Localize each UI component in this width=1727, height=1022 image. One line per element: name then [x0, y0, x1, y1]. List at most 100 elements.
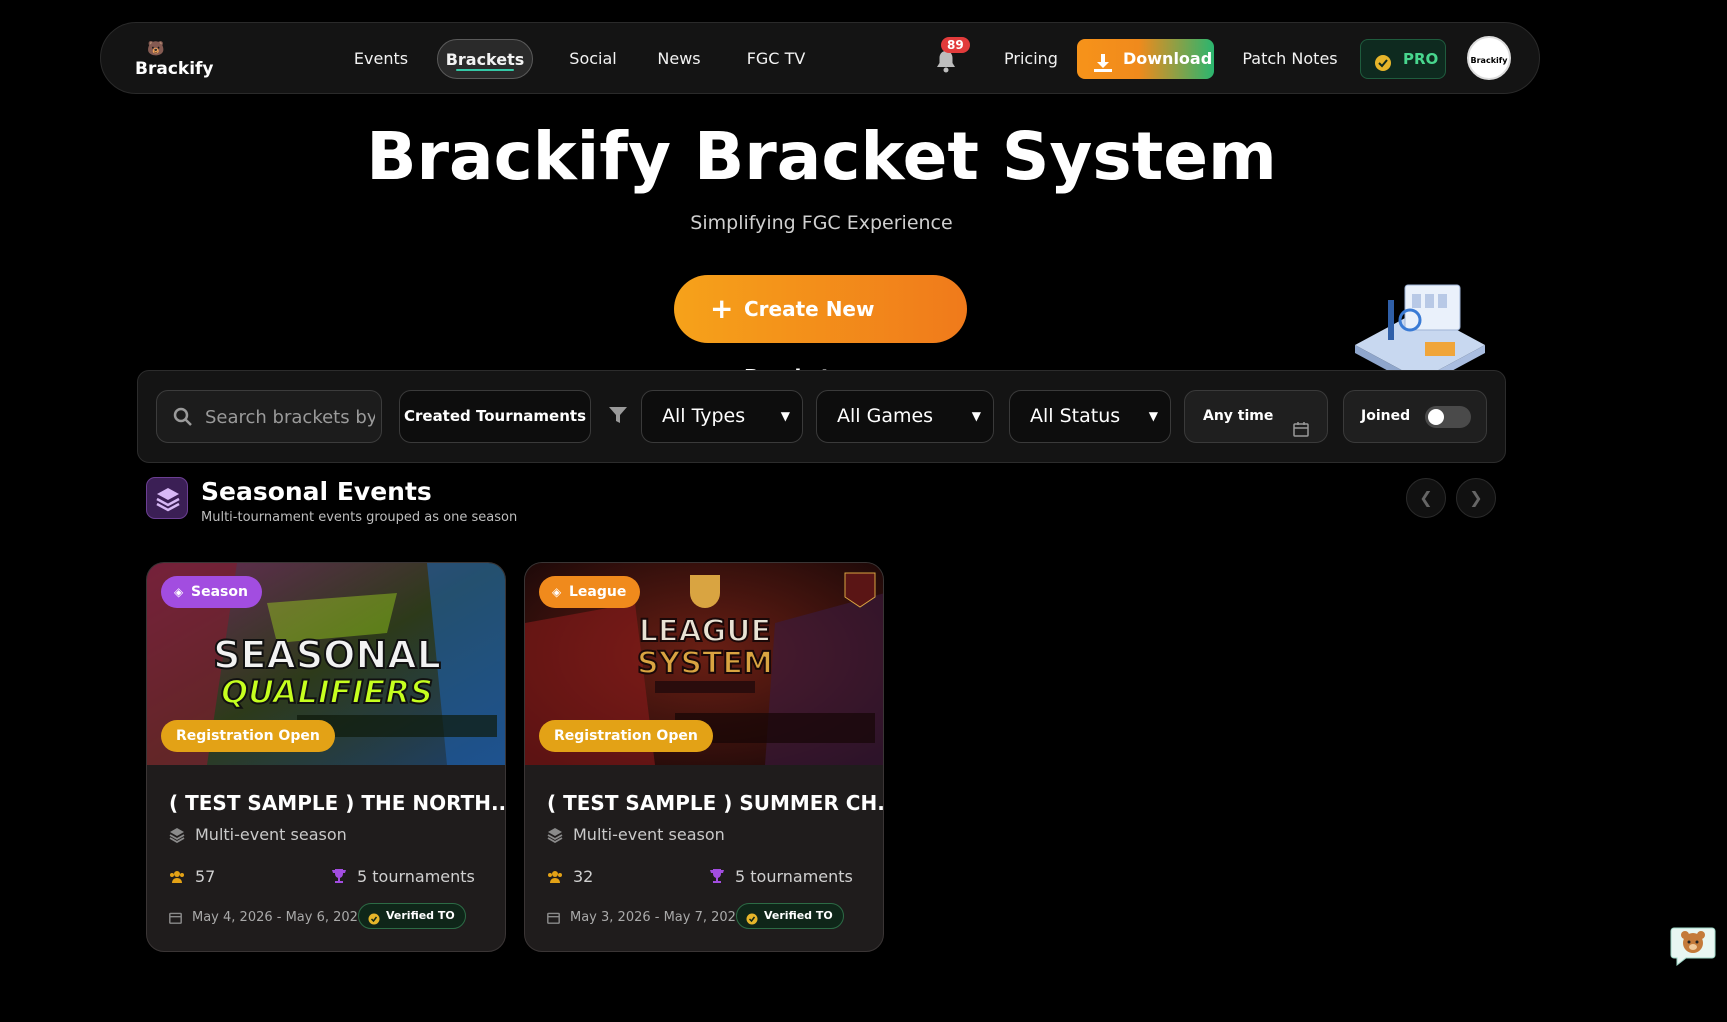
download-icon — [1093, 48, 1113, 88]
type-select-value: All Types — [662, 405, 746, 427]
participants-count: 57 — [169, 867, 215, 886]
league-tag: ◈ League — [539, 576, 641, 608]
season-tag: ◈ Season — [161, 576, 262, 608]
status-select[interactable]: All Status ▼ — [1009, 390, 1171, 443]
event-dates-value: May 3, 2026 - May 7, 2026 — [570, 910, 745, 925]
event-dates-value: May 4, 2026 - May 6, 2026 — [192, 910, 367, 925]
carousel-next-button[interactable]: ❯ — [1456, 478, 1496, 518]
toggle-knob — [1428, 409, 1444, 425]
banner-title-line-2: SYSTEM — [637, 646, 773, 681]
pro-badge-icon — [1373, 49, 1393, 87]
tournaments-count: 5 tournaments — [709, 867, 853, 886]
plus-icon: + — [710, 292, 734, 325]
type-select[interactable]: All Types ▼ — [641, 390, 803, 443]
calendar-icon — [547, 911, 560, 928]
chat-support-bear-icon[interactable] — [1670, 924, 1716, 967]
verified-label: Verified TO — [386, 909, 455, 922]
event-kind-label: Multi-event season — [195, 825, 347, 844]
carousel-prev-button[interactable]: ❮ — [1406, 478, 1446, 518]
event-title: ( TEST SAMPLE ) SUMMER CH... — [547, 791, 884, 815]
nav-link-patch-notes[interactable]: Patch Notes — [1235, 39, 1345, 79]
chevron-down-icon: ▼ — [1148, 409, 1158, 423]
users-icon — [169, 869, 185, 888]
nav-link-brackets-label: Brackets — [445, 50, 525, 69]
event-title: ( TEST SAMPLE ) THE NORTH... — [169, 791, 506, 815]
nav-link-brackets[interactable]: Brackets — [437, 39, 533, 79]
pro-label: PRO — [1403, 50, 1439, 68]
event-kind: Multi-event season — [169, 825, 347, 844]
active-underline — [456, 69, 514, 71]
tournaments-value: 5 tournaments — [357, 867, 475, 886]
event-kind: Multi-event season — [547, 825, 725, 844]
chevron-left-icon: ❮ — [1419, 488, 1433, 507]
status-badge: Registration Open — [161, 720, 335, 752]
calendar-icon — [169, 911, 182, 928]
game-select[interactable]: All Games ▼ — [816, 390, 994, 443]
tournaments-count: 5 tournaments — [331, 867, 475, 886]
nav-link-events[interactable]: Events — [341, 39, 421, 79]
nav-link-social[interactable]: Social — [553, 39, 633, 79]
chevron-right-icon: ❯ — [1469, 488, 1483, 507]
layers-icon: ◈ — [174, 585, 184, 599]
page-title: Brackify Bracket System — [366, 118, 1277, 195]
tag-label: League — [569, 584, 627, 600]
status-select-value: All Status — [1030, 405, 1121, 427]
section-subtitle: Multi-tournament events grouped as one s… — [201, 510, 518, 525]
page-subtitle: Simplifying FGC Experience — [690, 212, 953, 234]
notification-count-badge: 89 — [941, 37, 970, 53]
logo-text: Brackify — [135, 59, 214, 79]
nav-link-news[interactable]: News — [639, 39, 719, 79]
search-icon — [173, 407, 193, 431]
brackify-logo[interactable]: 🐻 Brackify — [135, 41, 215, 81]
pro-button[interactable]: PRO — [1360, 39, 1446, 79]
event-card[interactable]: LEAGUE SYSTEM ◈ League Registration Open… — [524, 562, 884, 952]
top-navbar: 🐻 Brackify Events Brackets Social News F… — [100, 22, 1540, 94]
chevron-down-icon: ▼ — [971, 409, 981, 423]
layers-icon — [169, 827, 185, 847]
users-icon — [547, 869, 563, 888]
tag-label: Season — [191, 584, 248, 600]
joined-filter[interactable]: Joined — [1343, 390, 1487, 443]
filter-bar: Created Tournaments All Types ▼ All Game… — [137, 370, 1506, 463]
participants-count: 32 — [547, 867, 593, 886]
event-kind-label: Multi-event season — [573, 825, 725, 844]
banner-title-line-1: LEAGUE — [639, 614, 771, 649]
created-tournaments-button[interactable]: Created Tournaments — [399, 390, 591, 443]
nav-link-fgc-tv[interactable]: FGC TV — [731, 39, 821, 79]
filter-funnel-icon[interactable] — [608, 405, 628, 429]
banner-title-line-2: QUALIFIERS — [221, 673, 433, 711]
event-dates: May 3, 2026 - May 7, 2026 — [547, 910, 744, 925]
create-new-bracket-button[interactable]: + Create New Bracket — [674, 275, 967, 389]
event-card[interactable]: SEASONAL QUALIFIERS ◈ Season Registratio… — [146, 562, 506, 952]
calendar-icon — [1293, 408, 1309, 459]
participants-value: 32 — [573, 867, 594, 886]
date-filter-value: Any time — [1203, 408, 1274, 424]
section-title: Seasonal Events — [201, 477, 432, 506]
joined-label: Joined — [1361, 408, 1411, 424]
verified-badge: Verified TO — [358, 903, 466, 929]
verified-check-icon — [368, 910, 380, 934]
chevron-down-icon: ▼ — [780, 409, 790, 423]
download-button[interactable]: Download — [1077, 39, 1214, 79]
user-avatar[interactable]: Brackify — [1467, 36, 1511, 80]
nav-link-pricing[interactable]: Pricing — [991, 39, 1071, 79]
search-input[interactable] — [205, 403, 375, 431]
game-select-value: All Games — [837, 405, 934, 427]
trophy-icon — [709, 868, 725, 888]
status-badge: Registration Open — [539, 720, 713, 752]
download-label: Download — [1123, 49, 1213, 68]
date-filter[interactable]: Any time — [1184, 390, 1328, 443]
layers-icon: ◈ — [552, 585, 562, 599]
layers-icon — [146, 477, 188, 519]
search-box[interactable] — [156, 390, 382, 443]
joined-toggle[interactable] — [1425, 406, 1471, 428]
verified-check-icon — [746, 910, 758, 934]
trophy-icon — [331, 868, 347, 888]
layers-icon — [547, 827, 563, 847]
participants-value: 57 — [195, 867, 216, 886]
bear-logo-icon: 🐻 — [147, 41, 165, 57]
event-dates: May 4, 2026 - May 6, 2026 — [169, 910, 366, 925]
verified-badge: Verified TO — [736, 903, 844, 929]
verified-label: Verified TO — [764, 909, 833, 922]
banner-title-line-1: SEASONAL — [213, 633, 441, 677]
